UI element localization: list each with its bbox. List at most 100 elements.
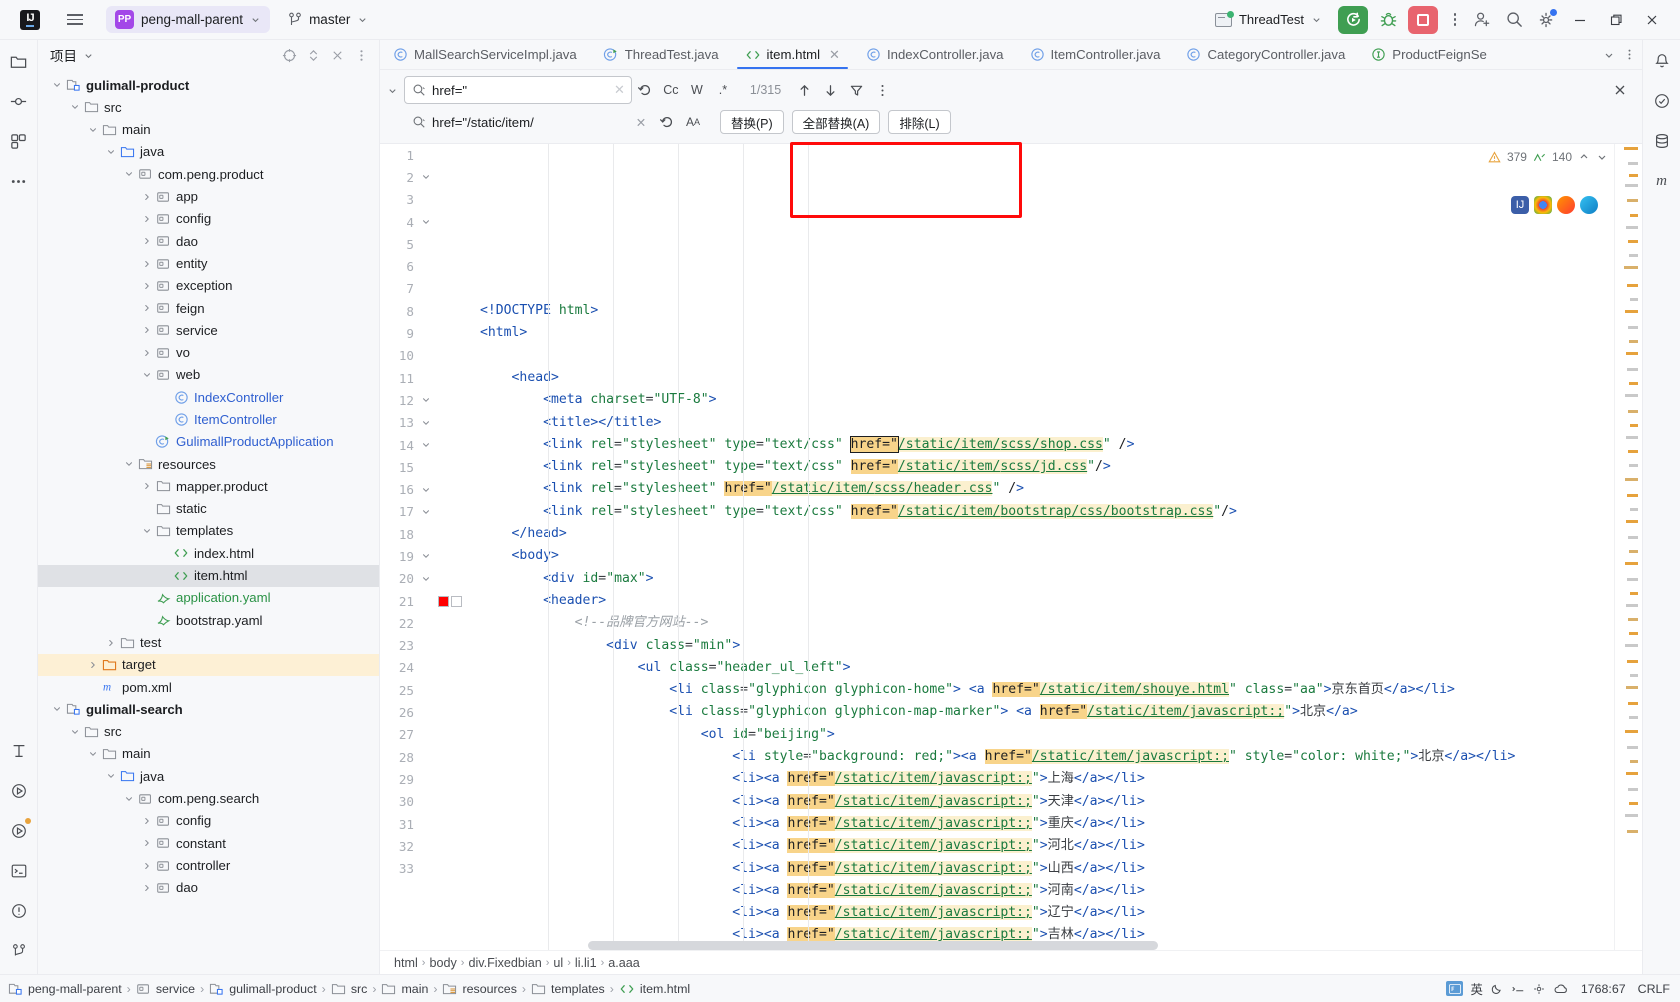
minimap-marker[interactable] (1625, 184, 1638, 187)
code-line-1[interactable]: <!DOCTYPE html> (480, 300, 1614, 322)
tree-toggle-icon[interactable] (140, 212, 154, 226)
filter-icon[interactable] (843, 77, 869, 103)
code-line-26[interactable]: <li><a href="/static/item/javascript:;">… (480, 858, 1614, 880)
minimap-marker[interactable] (1627, 284, 1638, 287)
tree-toggle-icon[interactable] (140, 524, 154, 538)
minimap-marker[interactable] (1629, 632, 1638, 635)
tree-node-java[interactable]: java (38, 765, 379, 787)
main-menu-icon[interactable] (62, 7, 88, 33)
editor-gutter[interactable]: 1 2 3 4 5 6 7 8 9 10 11 12 13 14 15 16 17 18 19 20 21 22 23 24 2… (380, 144, 478, 950)
tree-toggle-icon[interactable] (68, 100, 82, 114)
gutter-line-28[interactable]: 28 (380, 746, 478, 768)
tree-node-application-yaml[interactable]: application.yaml (38, 587, 379, 609)
structure-tool-icon[interactable] (6, 128, 32, 154)
tree-toggle-icon[interactable] (86, 747, 100, 761)
find-field[interactable]: ✕ (404, 76, 632, 104)
vcs-branch-selector[interactable]: master (288, 12, 368, 28)
minimap-marker[interactable] (1626, 604, 1638, 607)
code-line-5[interactable]: <meta charset="UTF-8"> (480, 389, 1614, 411)
minimap-marker[interactable] (1630, 424, 1638, 427)
edge-browser-icon[interactable] (1580, 196, 1598, 214)
search-everywhere-icon[interactable] (1498, 6, 1530, 34)
gutter-line-1[interactable]: 1 (380, 144, 478, 166)
minimap-marker[interactable] (1626, 226, 1638, 229)
minimap-marker[interactable] (1627, 494, 1638, 497)
code-line-20[interactable]: <ol id="beijing"> (480, 724, 1614, 746)
gutter-line-20[interactable]: 20 (380, 568, 478, 590)
tree-node-vo[interactable]: vo (38, 342, 379, 364)
gutter-line-12[interactable]: 12 (380, 389, 478, 411)
tree-toggle-icon[interactable] (104, 769, 118, 783)
keyboard-icon[interactable] (1511, 982, 1525, 996)
add-user-icon[interactable] (1466, 6, 1498, 34)
gutter-line-13[interactable]: 13 (380, 412, 478, 434)
tree-toggle-icon[interactable] (122, 457, 136, 471)
tree-node-resources[interactable]: resources (38, 453, 379, 475)
tree-toggle-icon[interactable] (104, 636, 118, 650)
gutter-line-9[interactable]: 9 (380, 322, 478, 344)
close-find-panel-button[interactable] (1606, 77, 1634, 103)
minimap-marker[interactable] (1625, 562, 1638, 565)
minimap-marker[interactable] (1628, 162, 1638, 165)
regex-option[interactable]: .* (710, 77, 736, 103)
code-line-19[interactable]: <li class="glyphicon glyphicon-map-marke… (480, 701, 1614, 723)
status-breadcrumb-peng-mall-parent[interactable]: peng-mall-parent (8, 982, 122, 996)
preserve-case-icon[interactable]: AA (680, 109, 706, 135)
version-control-tool-icon[interactable] (6, 938, 32, 964)
editor-tab-productfeignse[interactable]: ProductFeignSe (1358, 40, 1500, 69)
minimap-marker[interactable] (1628, 326, 1638, 329)
minimap-marker[interactable] (1630, 298, 1638, 301)
editor-tab-indexcontroller-java[interactable]: IndexController.java (853, 40, 1017, 69)
code-line-27[interactable]: <li><a href="/static/item/javascript:;">… (480, 880, 1614, 902)
toggle-replace-icon[interactable] (380, 85, 404, 96)
find-history-icon[interactable] (632, 77, 658, 103)
tree-node-bootstrap-yaml[interactable]: bootstrap.yaml (38, 609, 379, 631)
code-line-4[interactable]: <head> (480, 367, 1614, 389)
replace-history-icon[interactable] (654, 109, 680, 135)
clear-replace-icon[interactable]: ✕ (628, 109, 654, 135)
settings-icon[interactable] (1530, 6, 1562, 34)
minimap-marker[interactable] (1624, 266, 1638, 269)
tree-node-src[interactable]: src (38, 721, 379, 743)
code-line-24[interactable]: <li><a href="/static/item/javascript:;">… (480, 813, 1614, 835)
more-tool-windows-icon[interactable] (6, 168, 32, 194)
tree-node-item-html[interactable]: item.html (38, 564, 379, 587)
fold-toggle-icon[interactable] (420, 551, 432, 561)
error-stripe-minimap[interactable] (1614, 144, 1642, 950)
fold-toggle-icon[interactable] (420, 418, 432, 428)
tree-node-index-html[interactable]: index.html (38, 542, 379, 564)
tree-node-dao[interactable]: dao (38, 877, 379, 899)
tree-node-gulimallproductapplication[interactable]: GulimallProductApplication (38, 431, 379, 453)
breadcrumb[interactable]: html › body › div.Fixedbian › ul › li.li1 › a.aaa (380, 950, 1642, 974)
tree-node-com-peng-product[interactable]: com.peng.product (38, 163, 379, 185)
panel-options-icon[interactable] (351, 45, 371, 65)
code-line-11[interactable]: </head> (480, 523, 1614, 545)
tab-close-icon[interactable]: ✕ (829, 47, 840, 63)
tree-node-app[interactable]: app (38, 185, 379, 207)
exclude-button[interactable]: 排除(L) (888, 110, 951, 134)
chevron-down-icon[interactable] (83, 50, 94, 61)
tree-toggle-icon[interactable] (140, 279, 154, 293)
project-selector[interactable]: PP peng-mall-parent (106, 6, 271, 33)
tree-node-main[interactable]: main (38, 119, 379, 141)
code-line-15[interactable]: <!--品牌官方网站--> (480, 612, 1614, 634)
breadcrumb-item-li-li1[interactable]: li.li1 (575, 956, 597, 970)
code-line-8[interactable]: <link rel="stylesheet" type="text/css" h… (480, 456, 1614, 478)
next-match-icon[interactable] (817, 77, 843, 103)
gutter-line-31[interactable]: 31 (380, 813, 478, 835)
status-breadcrumb-src[interactable]: src (331, 982, 367, 996)
fold-toggle-icon[interactable] (420, 507, 432, 517)
fold-toggle-icon[interactable] (420, 395, 432, 405)
code-line-9[interactable]: <link rel="stylesheet" href="/static/ite… (480, 478, 1614, 500)
minimap-marker[interactable] (1626, 520, 1638, 523)
editor-tab-item-html[interactable]: item.html ✕ (732, 40, 853, 69)
tree-node-itemcontroller[interactable]: ItemController (38, 408, 379, 430)
gutter-line-5[interactable]: 5 (380, 233, 478, 255)
tree-toggle-icon[interactable] (140, 234, 154, 248)
code-line-10[interactable]: <link rel="stylesheet" type="text/css" h… (480, 501, 1614, 523)
status-breadcrumbs[interactable]: peng-mall-parent › service › gulimall-produc… (8, 982, 690, 996)
ij-browser-icon[interactable]: IJ (1511, 196, 1529, 214)
code-line-7[interactable]: <link rel="stylesheet" type="text/css" h… (480, 434, 1614, 456)
tree-node-src[interactable]: src (38, 96, 379, 118)
fold-toggle-icon[interactable] (420, 172, 432, 182)
